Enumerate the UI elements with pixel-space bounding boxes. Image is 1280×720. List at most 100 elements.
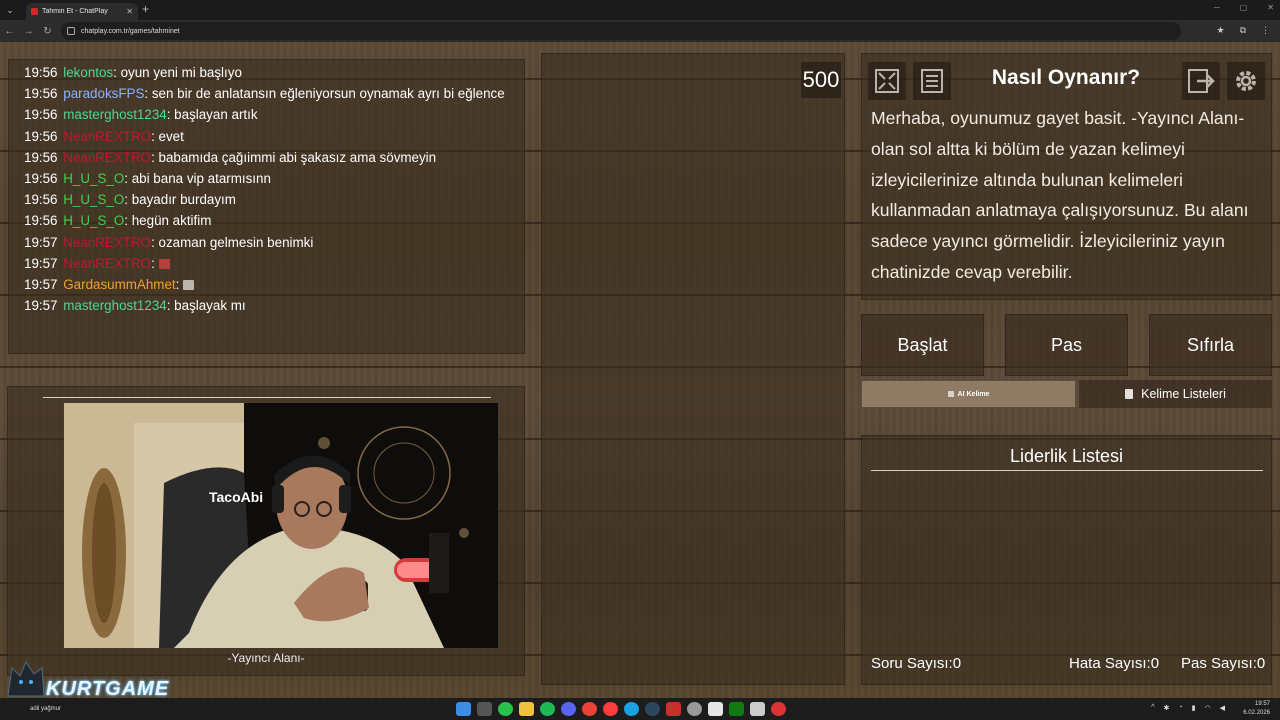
minimize-button[interactable]: ─ (1214, 3, 1220, 12)
chat-username[interactable]: NeanREXTRO (63, 129, 151, 144)
chat-text: : babamıda çağıimmi abi şakasız ama sövm… (151, 149, 437, 165)
tray-overflow-icon[interactable]: ^ (1151, 704, 1154, 712)
maximize-button[interactable]: ▢ (1240, 3, 1248, 12)
opera-icon[interactable] (603, 702, 618, 716)
notes-button[interactable] (913, 62, 951, 100)
mic-icon[interactable]: ▮ (1192, 704, 1196, 712)
chat-timestamp: 19:57 (24, 255, 58, 271)
word-lists-tab[interactable]: Kelime Listeleri (1079, 380, 1272, 408)
browser-tab[interactable]: Tahmin Et - ChatPlay ✕ (26, 3, 138, 20)
start-menu-icon[interactable] (456, 702, 471, 716)
chat-username[interactable]: NeanREXTRO (63, 235, 151, 250)
fullscreen-icon (875, 69, 899, 93)
chat-username[interactable]: lekontos (63, 65, 113, 80)
chat-text: : sen bir de anlatansın eğleniyorsun oyn… (144, 86, 505, 102)
question-count: Soru Sayısı:0 (871, 655, 962, 672)
chat-username[interactable]: H_U_S_O (63, 192, 124, 207)
chat-username[interactable]: H_U_S_O (63, 213, 124, 228)
chat-username[interactable]: masterghost1234 (63, 298, 166, 313)
menu-icon[interactable]: ⋮ (1261, 25, 1270, 36)
how-to-play-title: Nasıl Oynanır? (991, 66, 1141, 89)
error-count: Hata Sayısı:0 (1069, 655, 1160, 672)
address-bar-row: ← → ↻ chatplay.com.tr/games/tahminet ★ ⧉… (0, 20, 1280, 42)
chat-username[interactable]: masterghost1234 (63, 107, 166, 122)
chat-timestamp: 19:57 (24, 298, 58, 314)
file-explorer-icon[interactable] (519, 702, 534, 716)
chat-username[interactable]: NeanREXTRO (63, 150, 151, 165)
chat-message: 19:56 paradoksFPS: sen bir de anlatansın… (24, 83, 509, 104)
chat-text: : başlayak mı (166, 298, 246, 314)
volume-icon[interactable]: ◀ (1220, 704, 1225, 712)
exit-icon (1188, 69, 1215, 93)
score-display: 500 (801, 62, 841, 98)
clock-time: 19:57 (1254, 701, 1270, 707)
chat-username[interactable]: NeanREXTRO (63, 256, 151, 271)
chat-text: : abi bana vip atarmısınn (124, 171, 271, 187)
chat-text: : evet (151, 128, 184, 144)
taskbar-user-label: adil yağmur (30, 706, 62, 712)
app-red-icon[interactable] (666, 702, 681, 716)
taskbar: adil yağmur ^ ✱ ◔ ▮ ◠ ◀ 19:57 6.02.2026 (0, 698, 1280, 720)
chat-message: 19:56 H_U_S_O: abi bana vip atarmısınn (24, 168, 509, 189)
webcam-feed: TacoAbi (64, 403, 498, 648)
chat-panel: 19:56 lekontos: oyun yeni mi başlıyo 19:5… (8, 59, 525, 354)
chat-text: : başlayan artık (166, 107, 258, 123)
url-field[interactable]: chatplay.com.tr/games/tahminet (61, 22, 1181, 40)
gear-icon (1236, 71, 1256, 91)
streamer-area-label: -Yayıncı Alanı- (227, 651, 305, 665)
chat-username[interactable]: H_U_S_O (63, 171, 124, 186)
chat-message: 19:56 H_U_S_O: hegün aktifim (24, 210, 509, 231)
xbox-icon[interactable] (729, 702, 744, 716)
epic-games-icon[interactable] (708, 702, 723, 716)
system-clock[interactable]: 19:57 6.02.2026 (1243, 700, 1270, 718)
chat-timestamp: 19:56 (24, 107, 58, 123)
chrome-icon[interactable] (582, 702, 597, 716)
chat-message: 19:57 GardasummAhmet: (24, 274, 509, 295)
bookmark-star-icon[interactable]: ★ (1216, 25, 1224, 36)
browser-tab-bar: ⌄ Tahmin Et - ChatPlay ✕ + ─ ▢ ✕ (0, 0, 1280, 20)
chat-message: 19:56 masterghost1234: başlayan artık (24, 104, 509, 125)
back-icon[interactable]: ← (0, 26, 19, 37)
whatsapp-icon[interactable] (498, 702, 513, 716)
recording-app-icon[interactable] (771, 702, 786, 716)
chat-message: 19:56 lekontos: oyun yeni mi başlıyo (24, 62, 509, 83)
wifi-icon[interactable]: ◠ (1205, 704, 1211, 712)
chat-username[interactable]: GardasummAhmet (63, 277, 175, 292)
chat-timestamp: 19:56 (24, 192, 58, 208)
edge-icon[interactable] (624, 702, 639, 716)
tab-title: Tahmin Et - ChatPlay (42, 8, 108, 15)
ai-word-tab[interactable]: AI Kelime (861, 380, 1076, 408)
task-view-icon[interactable] (477, 702, 492, 716)
spotify-icon[interactable] (540, 702, 555, 716)
store-icon[interactable] (750, 702, 765, 716)
chat-emote-icon (158, 258, 170, 269)
network-icon[interactable]: ◔ (1178, 704, 1182, 712)
reload-icon[interactable]: ↻ (38, 26, 57, 37)
window-controls: ─ ▢ ✕ (1214, 3, 1274, 12)
reset-button[interactable]: Sıfırla (1149, 314, 1272, 376)
chat-timestamp: 19:57 (24, 277, 58, 293)
fullscreen-button[interactable] (868, 62, 906, 100)
chatplay-favicon-icon (31, 8, 38, 15)
tab-menu-icon[interactable]: ⌄ (0, 0, 20, 20)
logout-button[interactable] (1182, 62, 1220, 100)
leaderboard-title: Liderlik Listesi (1009, 446, 1124, 466)
leaderboard-panel (861, 435, 1272, 685)
new-tab-button[interactable]: + (142, 2, 149, 16)
document-icon (921, 69, 943, 93)
settings-button[interactable] (1227, 62, 1265, 100)
steam-icon[interactable] (645, 702, 660, 716)
site-info-icon[interactable] (67, 27, 75, 35)
extensions-icon[interactable]: ⧉ (1240, 25, 1246, 36)
app-gray-icon[interactable] (687, 702, 702, 716)
list-icon (1125, 389, 1134, 399)
forward-icon[interactable]: → (19, 26, 38, 37)
pass-button[interactable]: Pas (1005, 314, 1128, 376)
start-button[interactable]: Başlat (861, 314, 984, 376)
close-window-button[interactable]: ✕ (1267, 3, 1274, 12)
bluetooth-icon[interactable]: ✱ (1164, 704, 1170, 712)
tab-close-icon[interactable]: ✕ (126, 7, 133, 16)
chat-username[interactable]: paradoksFPS (63, 86, 144, 101)
discord-icon[interactable] (561, 702, 576, 716)
ai-word-label: AI Kelime (957, 390, 990, 398)
